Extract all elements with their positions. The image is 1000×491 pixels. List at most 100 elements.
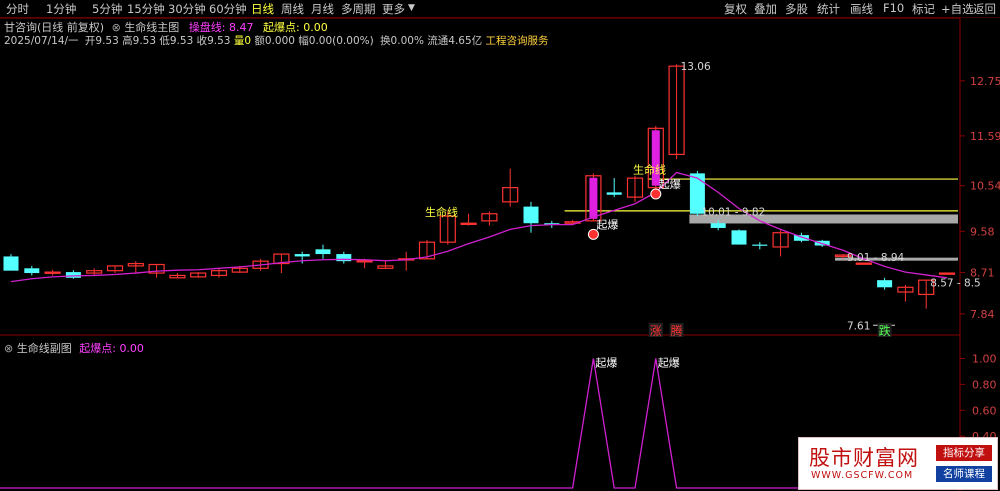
candle <box>127 261 144 274</box>
candle-body <box>585 175 602 222</box>
sub-burst-label: 起爆 <box>658 355 680 369</box>
y-tick-label: 10.54 <box>970 180 1000 193</box>
candle <box>24 265 40 276</box>
watermark-tag-2: 名师课程 <box>936 466 992 482</box>
period-tab-1min[interactable]: 1分钟 <box>46 1 76 17</box>
life-line-label: 生命线 <box>633 162 666 176</box>
chart-labels: 生命线生命线起爆起爆13.0610.01 - 9.829.01 - 8.948.… <box>425 61 981 338</box>
candle <box>439 211 456 245</box>
candle-body <box>377 265 394 269</box>
candle <box>502 168 519 207</box>
candle-body <box>502 187 519 203</box>
candle-highlight <box>589 177 598 219</box>
candle <box>294 251 310 264</box>
y-tick-label: 8.71 <box>970 267 995 280</box>
candle-body <box>752 244 768 246</box>
tool-button-tongji[interactable]: 统计 <box>817 1 840 17</box>
candle <box>772 230 789 257</box>
signal-badge <box>669 323 684 337</box>
period-tab-more[interactable]: 更多 <box>382 1 405 17</box>
period-tab-fenshi[interactable]: 分时 <box>6 1 29 17</box>
candle-body <box>481 213 498 222</box>
quote-high: 高9.53 <box>122 35 157 47</box>
quote-date: 2025/07/14/一 <box>4 35 79 47</box>
signal-label: 跌 <box>879 323 891 338</box>
candle-body <box>418 241 436 260</box>
quote-open: 开9.53 <box>84 35 119 47</box>
candle <box>273 253 290 274</box>
burst-marker-icon <box>587 228 599 240</box>
support-resistance-levels <box>564 178 958 261</box>
tool-button-f10[interactable]: F10 <box>883 1 904 15</box>
quote-sector[interactable]: 工程咨询服务 <box>486 35 549 47</box>
candle <box>855 262 872 265</box>
watermark-brand: 股市财富网 <box>809 446 919 470</box>
period-tab-month[interactable]: 月线 <box>311 1 334 17</box>
watermark-url: WWW.GSCFW.COM <box>811 470 914 481</box>
chart-canvas[interactable]: 12.75 11.59 10.54 9.58 8.71 7.84 1.00 0.80 0.60… <box>0 0 1000 491</box>
quote-amount: 额0.000 <box>254 35 295 47</box>
candle-body <box>106 265 124 272</box>
sub-tick-label: 0.60 <box>972 404 997 417</box>
trading-app: 分时 1分钟 5分钟 15分钟 30分钟 60分钟 日线 周线 月线 多周期 更… <box>0 0 1000 491</box>
tool-button-fanhui[interactable]: 返回 <box>973 1 996 17</box>
candle <box>544 220 560 228</box>
candle-body <box>148 263 165 274</box>
period-tab-30min[interactable]: 30分钟 <box>168 1 206 17</box>
candle <box>106 265 124 274</box>
candle <box>834 254 852 259</box>
tool-button-huaxian[interactable]: 画线 <box>850 1 873 17</box>
sub-qibao-value: 0.00 <box>119 342 144 355</box>
quote-line: 2025/07/14/一 开9.53 高9.53 低9.53 收9.53 量0 … <box>4 33 549 48</box>
sub-indicator-name: 生命线副图 <box>16 342 72 355</box>
candle <box>418 239 436 260</box>
candle <box>65 270 81 279</box>
candle-body <box>210 270 228 277</box>
candle-body <box>918 279 935 296</box>
candle-body <box>772 232 789 248</box>
candle-highlight <box>651 130 660 186</box>
period-tab-60min[interactable]: 60分钟 <box>209 1 247 17</box>
sub-collapse-icon[interactable]: ⊗ <box>4 342 13 355</box>
quote-change: 幅0.00(0.00%) <box>298 35 374 47</box>
candle <box>210 268 228 278</box>
period-tab-multi[interactable]: 多周期 <box>341 1 376 17</box>
period-tab-week[interactable]: 周线 <box>281 1 304 17</box>
candle-body <box>231 267 248 273</box>
more-chevron-icon[interactable]: ▼ <box>408 3 415 13</box>
signal-label: 腾 <box>671 323 683 338</box>
period-tab-5min[interactable]: 5分钟 <box>92 1 122 17</box>
candle-body <box>336 254 352 262</box>
quote-turnover: 换0.00% <box>380 35 424 47</box>
candle-body <box>731 230 747 245</box>
candle-body <box>3 256 19 271</box>
candle <box>44 269 61 276</box>
tool-button-duogu[interactable]: 多股 <box>785 1 808 17</box>
signal-label: 涨 <box>650 323 662 338</box>
candle-body <box>439 215 456 243</box>
candle <box>752 242 768 250</box>
candle-body <box>897 286 914 293</box>
watermark: 股市财富网 WWW.GSCFW.COM 指标分享 名师课程 <box>798 437 998 490</box>
life-line-label: 生命线 <box>425 205 458 219</box>
period-tab-15min[interactable]: 15分钟 <box>127 1 165 17</box>
candle <box>523 201 539 233</box>
candle-body <box>252 260 269 269</box>
tool-button-fuquan[interactable]: 复权 <box>724 1 747 17</box>
sub-tick-label: 0.80 <box>972 378 997 391</box>
tool-button-diejia[interactable]: 叠加 <box>754 1 777 17</box>
price-annotation: 9.01 - 8.94 <box>847 252 905 264</box>
candle-body <box>398 258 415 261</box>
tool-button-zixuan[interactable]: +自选 <box>941 1 974 17</box>
tool-button-biaoji[interactable]: 标记 <box>912 1 935 17</box>
burst-marker-icon <box>650 188 662 200</box>
candle-body <box>710 223 726 228</box>
candle <box>668 64 685 160</box>
burst-label: 起爆 <box>596 217 618 231</box>
candle <box>252 258 269 271</box>
candle-body <box>689 173 705 214</box>
candle <box>169 273 186 279</box>
period-tab-day[interactable]: 日线 <box>251 1 274 17</box>
candle <box>814 239 830 247</box>
candle-body <box>127 262 144 267</box>
